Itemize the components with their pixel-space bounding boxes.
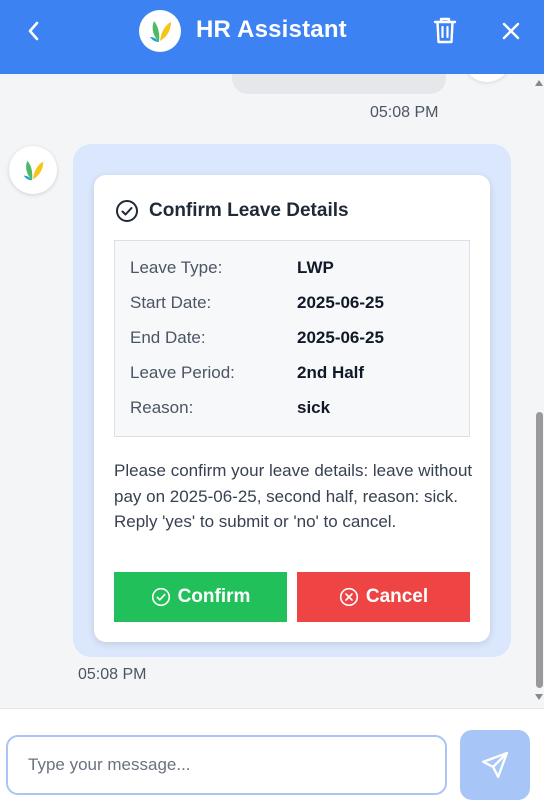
card-title: Confirm Leave Details bbox=[115, 199, 349, 223]
scroll-down-arrow-icon[interactable] bbox=[535, 694, 543, 700]
detail-value: LWP bbox=[297, 258, 334, 277]
chevron-left-icon bbox=[28, 21, 39, 41]
chat-header: HR Assistant bbox=[0, 0, 544, 74]
leaf-logo-icon bbox=[150, 21, 171, 42]
back-button[interactable] bbox=[18, 17, 50, 45]
send-icon bbox=[481, 751, 509, 779]
message-input[interactable] bbox=[6, 735, 447, 795]
confirm-button[interactable]: Confirm bbox=[114, 572, 287, 622]
user-avatar bbox=[463, 74, 511, 82]
confirm-leave-card: Confirm Leave Details Leave Type: LWP St… bbox=[94, 175, 490, 642]
detail-row-reason: Reason: sick bbox=[130, 398, 460, 422]
scroll-up-arrow-icon[interactable] bbox=[535, 80, 543, 86]
cancel-button[interactable]: Cancel bbox=[297, 572, 470, 622]
detail-label: End Date: bbox=[130, 328, 206, 347]
header-title: HR Assistant bbox=[196, 16, 347, 43]
user-message-bubble bbox=[232, 74, 446, 94]
bot-message-time: 05:08 PM bbox=[78, 666, 147, 683]
detail-label: Start Date: bbox=[130, 293, 212, 312]
cancel-button-label: Cancel bbox=[365, 586, 429, 607]
detail-value: 2025-06-25 bbox=[297, 293, 384, 312]
detail-value: 2025-06-25 bbox=[297, 328, 384, 347]
detail-row-leave-period: Leave Period: 2nd Half bbox=[130, 363, 460, 387]
confirmation-message: Please confirm your leave details: leave… bbox=[114, 461, 473, 531]
x-circle-icon bbox=[339, 587, 358, 607]
card-title-text: Confirm Leave Details bbox=[149, 200, 349, 221]
check-circle-icon bbox=[116, 200, 138, 222]
bot-avatar bbox=[9, 146, 57, 194]
close-button[interactable] bbox=[496, 16, 526, 46]
detail-label: Leave Period: bbox=[130, 363, 235, 382]
user-message-time: 05:08 PM bbox=[370, 104, 439, 121]
confirm-button-label: Confirm bbox=[177, 586, 251, 607]
chat-messages[interactable]: 05:08 PM Confirm Leave Details Leave Typ… bbox=[0, 74, 544, 708]
logo bbox=[139, 10, 181, 52]
leave-details-table: Leave Type: LWP Start Date: 2025-06-25 E… bbox=[114, 240, 470, 437]
detail-value: sick bbox=[297, 398, 331, 417]
bot-message-bubble: Confirm Leave Details Leave Type: LWP St… bbox=[73, 144, 511, 657]
send-button[interactable] bbox=[460, 730, 530, 800]
detail-value: 2nd Half bbox=[297, 363, 365, 382]
detail-label: Leave Type: bbox=[130, 258, 223, 277]
message-composer bbox=[0, 708, 544, 809]
trash-icon bbox=[433, 17, 457, 44]
detail-label: Reason: bbox=[130, 398, 194, 417]
leaf-logo-icon bbox=[23, 160, 44, 181]
check-circle-icon bbox=[151, 587, 170, 607]
chat-scrollbar[interactable] bbox=[534, 74, 544, 708]
detail-row-end-date: End Date: 2025-06-25 bbox=[130, 328, 460, 352]
detail-row-leave-type: Leave Type: LWP bbox=[130, 258, 460, 282]
scrollbar-thumb[interactable] bbox=[536, 412, 543, 688]
delete-chat-button[interactable] bbox=[430, 14, 460, 46]
close-icon bbox=[502, 22, 520, 40]
detail-row-start-date: Start Date: 2025-06-25 bbox=[130, 293, 460, 317]
